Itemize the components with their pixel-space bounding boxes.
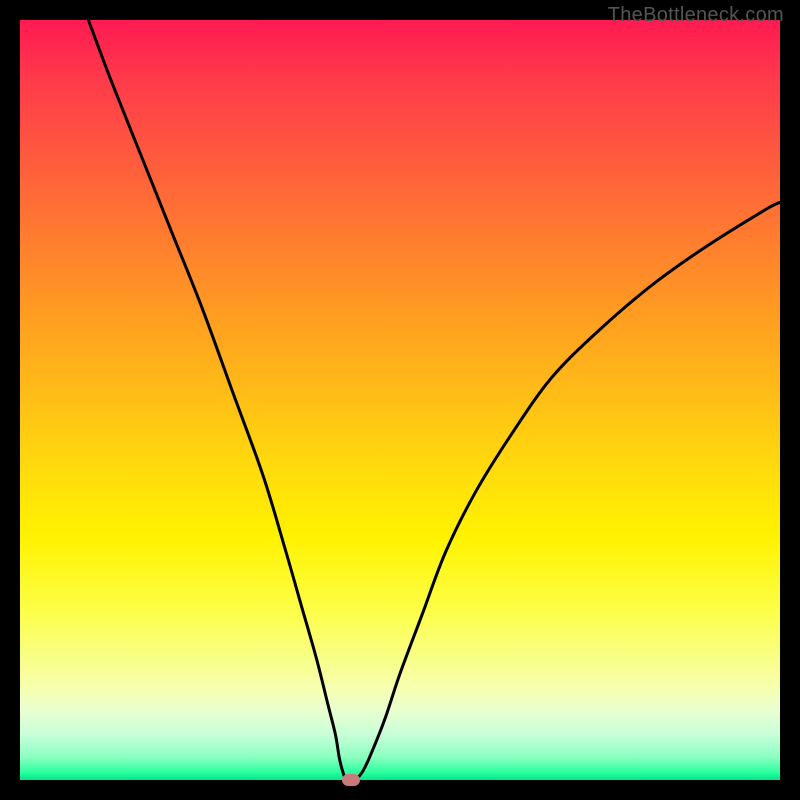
curve-svg (20, 20, 780, 780)
marker-dot (342, 774, 360, 786)
plot-area (20, 20, 780, 780)
chart-container: TheBottleneck.com (0, 0, 800, 800)
bottleneck-curve (88, 20, 780, 780)
watermark-text: TheBottleneck.com (608, 4, 784, 27)
